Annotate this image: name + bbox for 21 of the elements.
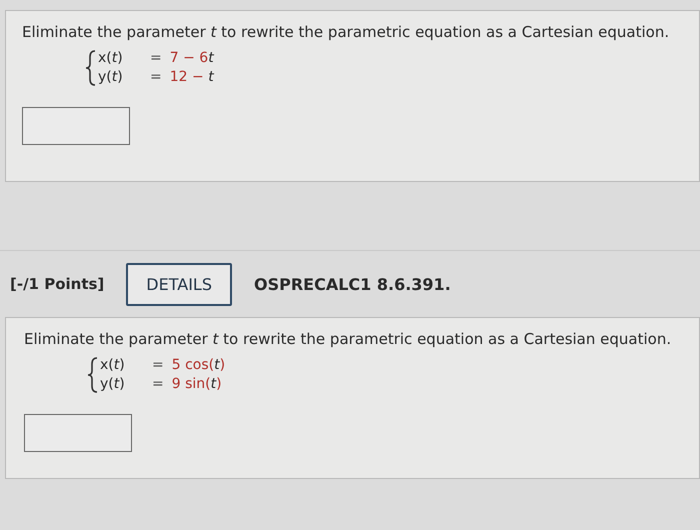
equals-sign: = — [150, 68, 162, 87]
brace-icon — [86, 356, 98, 394]
equation-rhs: 7 − 6t — [170, 49, 214, 68]
equation-lhs: x(t) — [98, 49, 124, 68]
equals-sign: = — [152, 375, 164, 394]
question-prompt: Eliminate the parameter t to rewrite the parametric equation as a Cartesian equation. — [24, 330, 672, 348]
problem-code: OSPRECALC1 8.6.391. — [254, 274, 451, 294]
equals-sign: = — [150, 49, 162, 68]
equation-rhs: 12 − t — [170, 68, 214, 87]
equation-lhs: y(t) — [98, 68, 124, 87]
equals-sign: = — [152, 356, 164, 375]
equation-rhs: 9 sin(t) — [172, 375, 222, 394]
question-prompt: Eliminate the parameter t to rewrite the parametric equation as a Cartesian equation. — [22, 23, 670, 41]
points-label: [-/1 Points] — [10, 275, 104, 293]
answer-field[interactable] — [24, 414, 132, 452]
details-button[interactable]: DETAILS — [126, 262, 232, 306]
equation-rhs: 5 cos(t) — [172, 356, 226, 375]
brace-icon — [84, 49, 96, 87]
equation-lhs: x(t) — [100, 356, 126, 375]
equation-lhs: y(t) — [100, 375, 126, 394]
answer-field[interactable] — [22, 107, 130, 145]
